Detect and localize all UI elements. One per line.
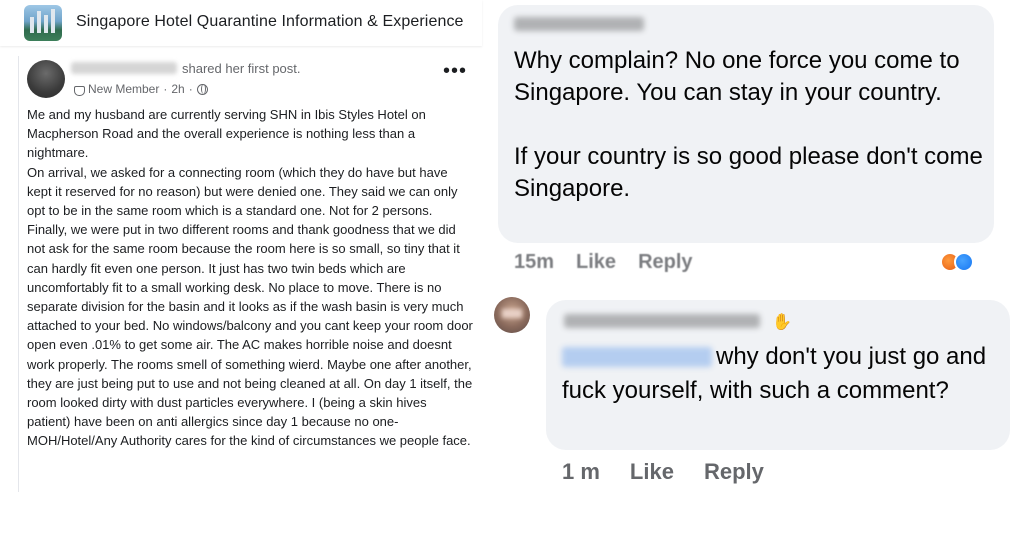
more-options-icon[interactable]: ••• [443, 61, 467, 81]
meta-separator: · [163, 82, 168, 96]
commenter-2-name-redacted [564, 314, 760, 328]
like-reaction-icon [954, 252, 974, 272]
group-thumbnail[interactable] [24, 5, 62, 41]
new-member-icon [73, 84, 85, 96]
comment-1-time[interactable]: 15m [514, 251, 554, 274]
mention-redacted[interactable] [562, 347, 712, 367]
commenter-2-avatar[interactable] [494, 297, 530, 333]
comment-2-like-button[interactable]: Like [630, 459, 674, 485]
meta-separator: · [188, 82, 193, 96]
face-redaction [502, 309, 522, 318]
author-name-redacted [71, 62, 177, 74]
author-avatar[interactable] [27, 60, 65, 98]
wave-hand-icon: ✋ [772, 314, 792, 331]
group-title[interactable]: Singapore Hotel Quarantine Information &… [76, 13, 464, 31]
comment-2-time[interactable]: 1 m [562, 459, 600, 485]
post-meta: New Member · 2h · [73, 82, 208, 96]
comment-2-text-wrapper: why don't you just go and fuck yourself,… [562, 340, 1002, 408]
member-badge: New Member [88, 82, 160, 96]
comment-2-actions: 1 m Like Reply [562, 459, 764, 485]
comment-1-actions: 15m Like Reply [514, 251, 693, 274]
post-time[interactable]: 2h [171, 82, 184, 96]
public-globe-icon [196, 83, 208, 95]
group-header: Singapore Hotel Quarantine Information &… [0, 0, 482, 46]
shared-first-post-text: shared her first post. [182, 61, 301, 76]
post-body-text: Me and my husband are currently serving … [27, 107, 473, 449]
commenter-name-redacted [514, 17, 644, 31]
comment-1-reactions[interactable] [940, 252, 974, 272]
comment-bubble-2: ✋ why don't you just go and fuck yoursel… [546, 300, 1010, 450]
comment-1-reply-button[interactable]: Reply [638, 251, 692, 274]
comment-2-reply-button[interactable]: Reply [704, 459, 764, 485]
group-post-panel: Singapore Hotel Quarantine Information &… [0, 0, 482, 538]
post-card: shared her first post. New Member · 2h ·… [18, 56, 480, 492]
comment-1-text: Why complain? No one force you come to S… [514, 47, 983, 202]
comment-1-like-button[interactable]: Like [576, 251, 616, 274]
comment-bubble-1: Why complain? No one force you come to S… [498, 5, 994, 243]
